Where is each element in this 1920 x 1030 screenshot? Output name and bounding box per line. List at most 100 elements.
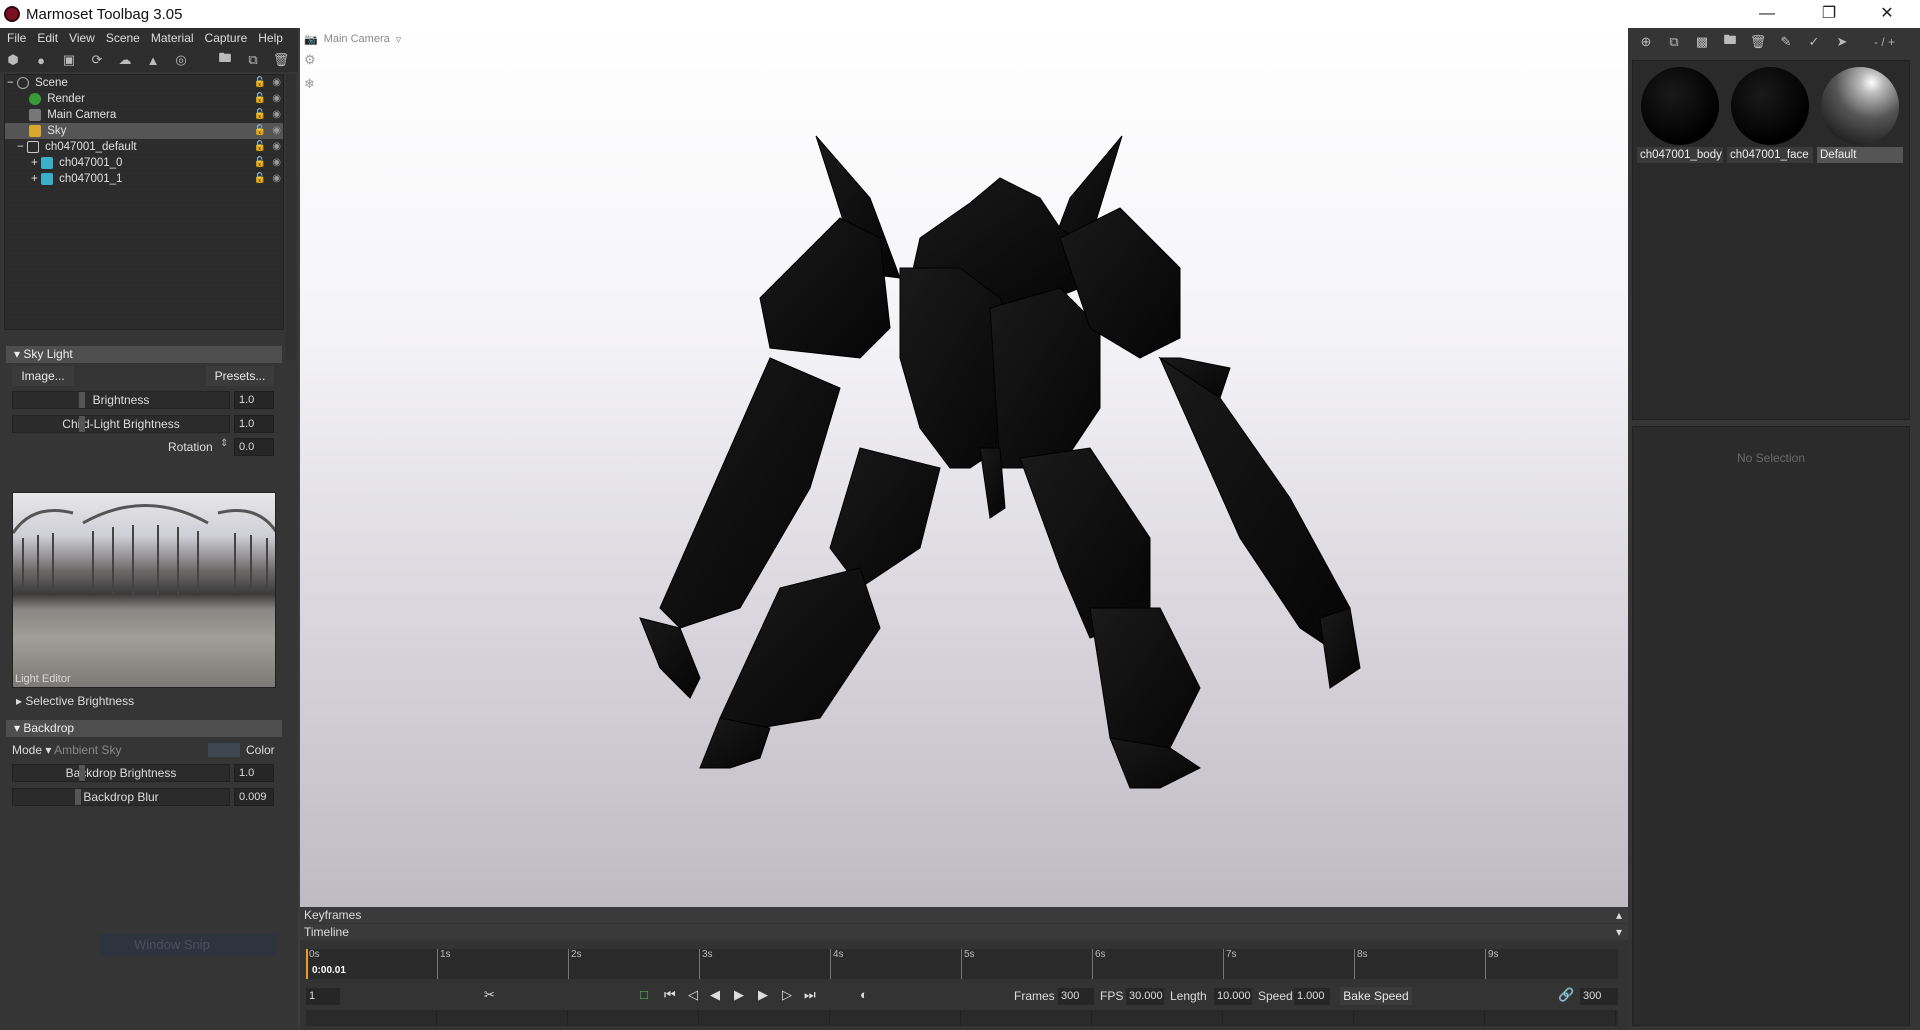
eye-icon[interactable]: ◉ [272, 107, 281, 123]
outliner-row-sky[interactable]: Sky 🔓 ◉ [5, 123, 283, 139]
skip-end-icon[interactable]: ⏭ [804, 987, 816, 1003]
menu-edit[interactable]: Edit [32, 31, 64, 45]
playhead[interactable] [306, 949, 308, 979]
slider-knob[interactable] [79, 392, 85, 408]
time-ruler[interactable]: 0s 1s 2s 3s 4s 5s 6s 7s 8s 9s 0:00.01 [306, 949, 1618, 979]
image-button[interactable]: Image... [12, 366, 74, 386]
keyframes-header[interactable]: Keyframes ▴ [300, 907, 1628, 923]
delete-icon[interactable]: 🗑 [1748, 34, 1768, 50]
menu-view[interactable]: View [64, 31, 101, 45]
record-settings-icon[interactable]: ◐ [860, 987, 868, 1002]
backdrop-color-swatch[interactable] [208, 743, 240, 757]
add-camera-icon[interactable]: ▣ [60, 52, 78, 68]
delete-icon[interactable]: 🗑 [272, 52, 290, 68]
length-field[interactable]: 10.000 [1214, 988, 1252, 1005]
step-forward-icon[interactable]: ▶ [758, 987, 768, 1003]
3d-viewport[interactable] [300, 28, 1628, 907]
child-light-brightness-slider[interactable]: Child-Light Brightness [12, 415, 230, 433]
current-frame-field[interactable]: 1 [306, 988, 340, 1005]
slider-knob[interactable] [75, 789, 81, 805]
folder-icon[interactable]: 🖿 [1720, 32, 1740, 50]
lock-icon[interactable]: 🔓 [254, 171, 266, 187]
lock-icon[interactable]: 🔓 [254, 107, 266, 123]
outliner-row-mesh-1[interactable]: + ch047001_1 🔓 ◉ [5, 171, 283, 187]
zoom-control[interactable]: - / + [1874, 35, 1895, 49]
pick-material-icon[interactable]: ✎ [1776, 34, 1796, 50]
add-audio-icon[interactable]: ◎ [172, 52, 190, 68]
fps-field[interactable]: 30.000 [1126, 988, 1164, 1005]
lock-icon[interactable]: 🔓 [254, 75, 266, 91]
outliner-scrollbar[interactable] [286, 74, 296, 360]
outliner-row-scene[interactable]: − Scene 🔓 ◉ [5, 75, 283, 91]
end-frame-field[interactable]: 300 [1580, 988, 1618, 1005]
collapse-icon[interactable]: − [7, 77, 14, 89]
backdrop-blur-value[interactable]: 0.009 [234, 788, 274, 806]
eye-icon[interactable]: ◉ [272, 171, 281, 187]
material-item[interactable]: Default [1817, 65, 1903, 165]
expand-icon[interactable]: + [31, 173, 38, 185]
duplicate-icon[interactable]: ⧉ [244, 52, 262, 68]
expand-up-icon[interactable]: ▴ [1616, 907, 1622, 923]
eye-icon[interactable]: ◉ [272, 155, 281, 171]
selective-brightness-toggle[interactable]: ▸ Selective Brightness [16, 694, 134, 708]
add-fog-icon[interactable]: ☁ [116, 52, 134, 68]
collapse-down-icon[interactable]: ▾ [1616, 924, 1622, 940]
scissors-icon[interactable]: ✂ [484, 987, 495, 1003]
add-material-icon[interactable]: ⊕ [1636, 34, 1656, 50]
brightness-slider[interactable]: Brightness [12, 391, 230, 409]
menu-capture[interactable]: Capture [200, 31, 254, 45]
slider-knob[interactable] [79, 416, 85, 432]
lock-icon[interactable]: 🔓 [254, 139, 266, 155]
keyframe-track[interactable] [306, 1010, 1618, 1026]
sky-light-header[interactable]: ▾ Sky Light [6, 346, 282, 363]
backdrop-header[interactable]: ▾ Backdrop [6, 720, 282, 737]
pin-icon[interactable]: ❄ [304, 76, 316, 92]
duplicate-material-icon[interactable]: ⧉ [1664, 34, 1684, 50]
expand-icon[interactable]: + [31, 157, 38, 169]
dropdown-arrow-icon[interactable]: ▿ [396, 33, 402, 46]
menu-file[interactable]: File [2, 31, 32, 45]
child-light-brightness-value[interactable]: 1.0 [234, 415, 274, 433]
lock-icon[interactable]: 🔓 [254, 123, 266, 139]
backdrop-brightness-value[interactable]: 1.0 [234, 764, 274, 782]
settings-gear-icon[interactable]: ⚙ [304, 52, 316, 68]
add-shadow-catcher-icon[interactable]: ▲ [144, 52, 162, 68]
camera-dropdown[interactable]: Main Camera [324, 33, 390, 45]
rotation-value[interactable]: 0.0 [234, 438, 274, 456]
bake-speed-button[interactable]: Bake Speed [1340, 987, 1412, 1005]
lock-icon[interactable]: 🔓 [254, 155, 266, 171]
lock-icon[interactable]: 🔓 [254, 91, 266, 107]
menu-material[interactable]: Material [146, 31, 200, 45]
light-editor-label[interactable]: Light Editor [15, 673, 71, 685]
eye-icon[interactable]: ◉ [272, 91, 281, 107]
spin-icon[interactable]: ⇕ [220, 438, 228, 449]
prev-key-icon[interactable]: ◁ [688, 987, 698, 1003]
dropdown-arrow-icon[interactable]: ▾ [45, 743, 51, 757]
export-icon[interactable]: ➤ [1832, 34, 1852, 50]
backdrop-blur-slider[interactable]: Backdrop Blur [12, 788, 230, 806]
close-button[interactable]: ✕ [1864, 0, 1910, 28]
step-back-icon[interactable]: ◀ [710, 987, 720, 1003]
open-folder-icon[interactable]: 🖿 [216, 50, 234, 68]
outliner-row-main-camera[interactable]: Main Camera 🔓 ◉ [5, 107, 283, 123]
link-icon[interactable]: 🔗 [1558, 987, 1574, 1003]
outliner-row-render[interactable]: Render 🔓 ◉ [5, 91, 283, 107]
eye-icon[interactable]: ◉ [272, 139, 281, 155]
menu-help[interactable]: Help [253, 31, 289, 45]
next-key-icon[interactable]: ▷ [782, 987, 792, 1003]
menu-scene[interactable]: Scene [101, 31, 146, 45]
presets-button[interactable]: Presets... [206, 366, 274, 386]
speed-field[interactable]: 1.000 [1294, 988, 1330, 1005]
add-turntable-icon[interactable]: ⟳ [88, 52, 106, 68]
outliner-row-mesh-0[interactable]: + ch047001_0 🔓 ◉ [5, 155, 283, 171]
loop-icon[interactable]: □ [640, 987, 648, 1002]
restore-button[interactable]: ❐ [1806, 0, 1852, 28]
backdrop-brightness-slider[interactable]: Backdrop Brightness [12, 764, 230, 782]
brightness-value[interactable]: 1.0 [234, 391, 274, 409]
eye-icon[interactable]: ◉ [272, 123, 281, 139]
frames-field[interactable]: 300 [1058, 988, 1094, 1005]
collapse-icon[interactable]: − [17, 141, 24, 153]
outliner-row-object[interactable]: − ch047001_default 🔓 ◉ [5, 139, 283, 155]
assign-icon[interactable]: ✓ [1804, 34, 1824, 50]
material-item[interactable]: ch047001_face [1727, 65, 1813, 165]
